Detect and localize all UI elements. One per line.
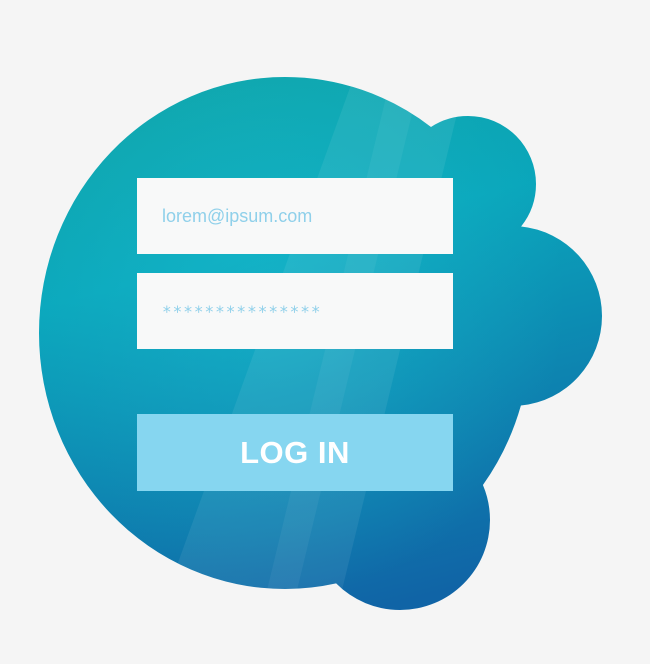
- password-field[interactable]: ***************: [137, 273, 453, 349]
- login-screen: lorem@ipsum.com *************** LOG IN: [0, 0, 650, 664]
- email-field[interactable]: lorem@ipsum.com: [137, 178, 453, 254]
- login-button[interactable]: LOG IN: [137, 414, 453, 491]
